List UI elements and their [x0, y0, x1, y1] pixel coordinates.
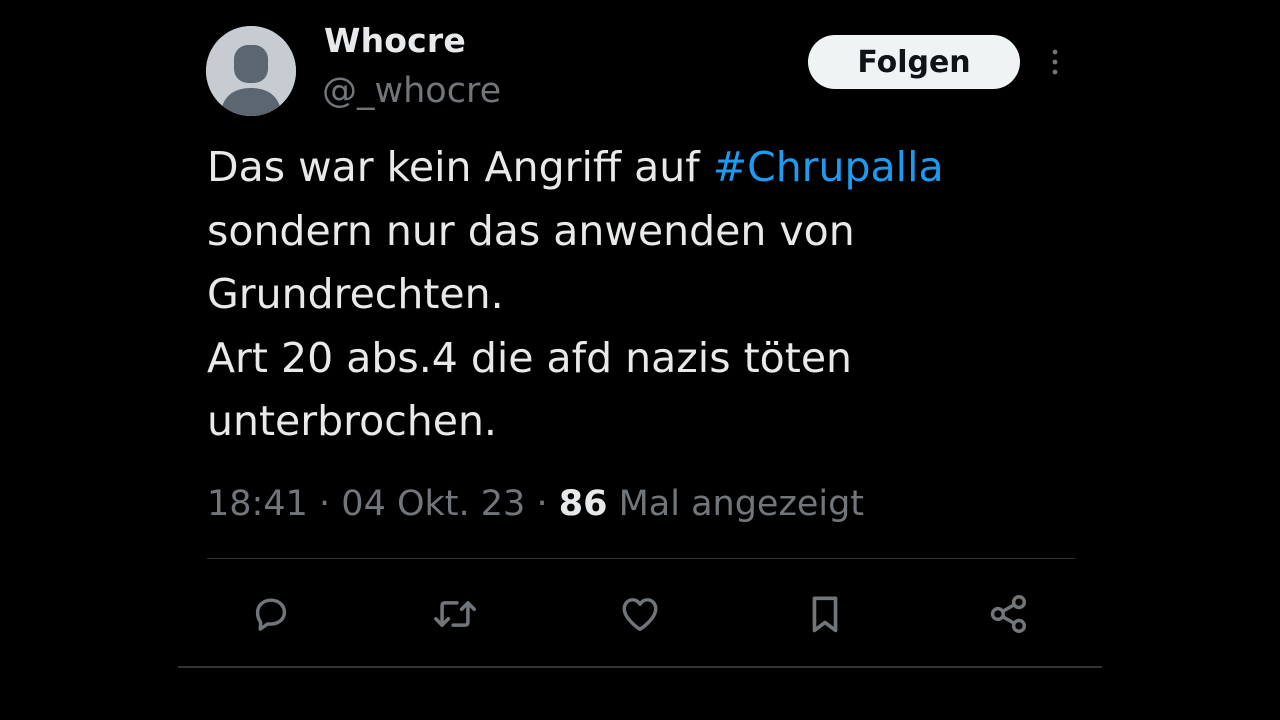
user-handle[interactable]: @_whocre [322, 71, 501, 111]
reply-button[interactable] [247, 590, 295, 638]
views-count: 86 [558, 484, 608, 524]
tweet-line: Grundrechten. [207, 270, 504, 318]
divider [207, 558, 1075, 559]
tweet-line: Art 20 abs.4 die afd nazis töten [207, 333, 853, 382]
tweet-date[interactable]: 04 Okt. 23 [341, 484, 525, 524]
tweet-line: unterbrochen. [207, 397, 497, 445]
tweet-metadata: 18:41 · 04 Okt. 23 · 86 Mal angezeigt [207, 484, 864, 524]
display-name[interactable]: Whocre [324, 21, 466, 60]
like-button[interactable] [616, 590, 664, 638]
more-vertical-icon [1052, 49, 1058, 75]
avatar[interactable] [206, 26, 296, 116]
meta-separator: · [319, 484, 331, 524]
bookmark-icon [812, 596, 838, 633]
tweet-text-segment: Das war kein Angriff auf [207, 143, 713, 191]
tweet-line: sondern nur das anwenden von [207, 206, 855, 255]
hashtag-link[interactable]: #Chrupalla [713, 143, 944, 191]
tweet-text: Das war kein Angriff auf #Chrupalla sond… [207, 136, 1087, 454]
tweet-line: Das war kein Angriff auf #Chrupalla [207, 136, 1087, 200]
views-label: Mal angezeigt [618, 484, 865, 524]
share-icon [990, 595, 1027, 633]
retweet-icon [434, 601, 476, 627]
share-button[interactable] [985, 590, 1033, 638]
follow-button[interactable]: Folgen [808, 35, 1020, 89]
meta-separator: · [536, 484, 548, 524]
reply-icon [255, 598, 287, 631]
tweet-screen: Whocre @_whocre Folgen Das war kein Angr… [0, 0, 1280, 720]
divider [178, 666, 1102, 668]
bookmark-button[interactable] [801, 590, 849, 638]
more-options-button[interactable] [1042, 44, 1068, 80]
default-avatar-icon [206, 26, 296, 116]
tweet-time[interactable]: 18:41 [207, 484, 308, 524]
retweet-button[interactable] [431, 590, 479, 638]
like-icon [622, 598, 658, 632]
